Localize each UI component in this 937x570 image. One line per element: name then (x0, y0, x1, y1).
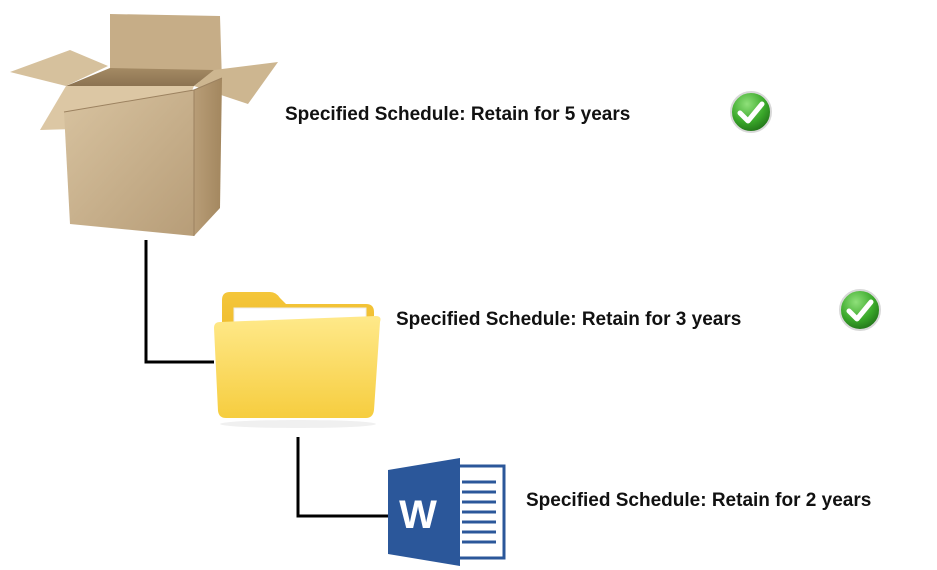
document-schedule-label: Specified Schedule: Retain for 2 years (526, 490, 872, 511)
cardboard-box-icon (10, 14, 278, 236)
folder-to-document-connector (296, 437, 388, 518)
check-mark-icon (839, 289, 881, 331)
box-schedule-label: Specified Schedule: Retain for 5 years (285, 104, 631, 125)
folder-icon (214, 292, 381, 428)
box-to-folder-connector (144, 240, 214, 364)
folder-schedule-label: Specified Schedule: Retain for 3 years (396, 309, 742, 330)
word-document-icon: W (388, 458, 506, 566)
check-mark-icon (730, 91, 772, 133)
word-glyph: W (399, 493, 437, 537)
